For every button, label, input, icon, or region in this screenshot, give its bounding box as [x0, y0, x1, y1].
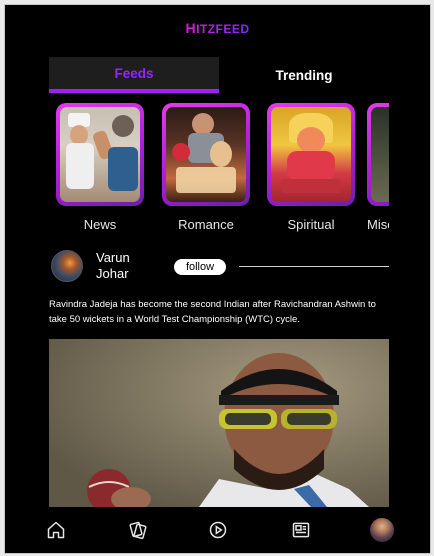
- author-name[interactable]: Varun Johar: [96, 250, 156, 282]
- play-icon[interactable]: [207, 519, 229, 541]
- author-avatar[interactable]: [51, 250, 83, 282]
- category-label: Spiritual: [287, 217, 335, 232]
- category-thumbnail-frame: [267, 103, 355, 206]
- category-miscellaneous[interactable]: Miscellaneous: [367, 103, 389, 232]
- category-label: Miscellaneous: [367, 217, 389, 232]
- category-news[interactable]: News: [56, 103, 144, 232]
- news-icon[interactable]: [290, 519, 312, 541]
- home-icon[interactable]: [45, 519, 67, 541]
- category-spiritual-image: [271, 107, 351, 202]
- post-headline: Ravindra Jadeja has become the second In…: [49, 299, 376, 325]
- category-label: News: [83, 217, 117, 232]
- logo-text: ITZFEED: [196, 22, 250, 36]
- app-screen: HITZFEED Feeds Trending News Romance Spi…: [4, 4, 431, 554]
- category-thumbnail-frame: [162, 103, 250, 206]
- category-romance[interactable]: Romance: [162, 103, 250, 232]
- feed-tabs: Feeds Trending: [49, 57, 389, 93]
- bottom-navigation: [5, 507, 430, 553]
- divider: [239, 266, 389, 267]
- post-image[interactable]: [49, 339, 389, 507]
- category-thumbnail-frame: [367, 103, 389, 206]
- category-thumbnail-frame: [56, 103, 144, 206]
- tab-trending[interactable]: Trending: [219, 57, 389, 93]
- profile-avatar[interactable]: [369, 517, 395, 543]
- category-misc-image: [371, 107, 389, 202]
- app-logo: HITZFEED: [5, 20, 430, 36]
- cards-icon[interactable]: [127, 519, 149, 541]
- profile-avatar-image: [370, 518, 394, 542]
- tab-feeds[interactable]: Feeds: [49, 57, 219, 93]
- category-label: Romance: [178, 217, 234, 232]
- follow-button[interactable]: follow: [174, 259, 226, 275]
- post-image-illustration: [49, 339, 389, 507]
- category-news-image: [60, 107, 140, 202]
- category-carousel[interactable]: News Romance Spiritual Mis: [56, 103, 389, 238]
- logo-mark: H: [185, 20, 197, 36]
- category-romance-image: [166, 107, 246, 202]
- category-spiritual[interactable]: Spiritual: [267, 103, 355, 232]
